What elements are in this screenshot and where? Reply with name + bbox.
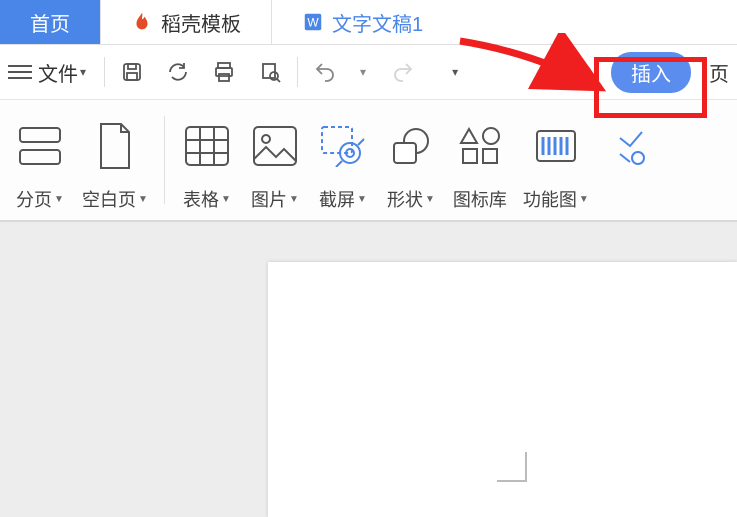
shape-icon [385, 110, 437, 182]
separator [164, 116, 165, 204]
ribbon-tab-page[interactable]: 页 [709, 58, 729, 87]
ribbon-tab-start[interactable]: 开始 [553, 58, 593, 87]
document-canvas[interactable] [0, 222, 737, 517]
undo-icon[interactable] [312, 59, 338, 85]
ribbon-table[interactable]: 表格▼ [173, 100, 241, 220]
tab-home[interactable]: 首页 [0, 0, 101, 44]
ribbon-screenshot[interactable]: 截屏▼ [309, 100, 377, 220]
pagebreak-icon [14, 110, 66, 182]
ribbon-screenshot-label: 截屏 [319, 186, 355, 212]
sync-icon[interactable] [165, 59, 191, 85]
ribbon-blankpage[interactable]: 空白页▼ [74, 100, 156, 220]
tab-home-label: 首页 [30, 8, 70, 37]
document-page[interactable] [268, 262, 737, 517]
print-icon[interactable] [211, 59, 237, 85]
tab-template[interactable]: 稻壳模板 [101, 0, 272, 44]
ribbon-blankpage-label: 空白页 [82, 186, 136, 212]
ribbon-iconlib-label: 图标库 [453, 186, 507, 212]
chevron-down-icon[interactable]: ▾ [360, 65, 366, 79]
chevron-down-icon: ▼ [425, 194, 435, 205]
blankpage-icon [89, 110, 141, 182]
more-icon [605, 110, 657, 187]
ribbon-more[interactable]: x [597, 100, 657, 220]
chevron-down-icon: ▼ [138, 194, 148, 205]
flame-icon [131, 11, 153, 33]
ribbon-pagebreak-label: 分页 [16, 186, 52, 212]
table-icon [181, 110, 233, 182]
redo-icon[interactable] [390, 59, 416, 85]
picture-icon [249, 110, 301, 182]
ribbon-pagebreak[interactable]: 分页▼ [6, 100, 74, 220]
chevron-down-icon: ▼ [579, 194, 589, 205]
chevron-down-icon: ▼ [221, 194, 231, 205]
ribbon-table-label: 表格 [183, 186, 219, 212]
chevron-down-icon: ▾ [80, 65, 86, 79]
ribbon-shape-label: 形状 [387, 186, 423, 212]
chevron-down-icon: ▼ [289, 194, 299, 205]
tab-doc[interactable]: W 文字文稿1 [272, 0, 453, 44]
separator [297, 57, 298, 87]
margin-marker [497, 452, 527, 482]
chevron-down-icon: ▼ [357, 194, 367, 205]
ribbon-shape[interactable]: 形状▼ [377, 100, 445, 220]
ribbon-tab-insert[interactable]: 插入 [611, 52, 691, 93]
tab-doc-label: 文字文稿1 [332, 8, 423, 37]
menu-file[interactable]: 文件 [38, 58, 78, 87]
ribbon-picture[interactable]: 图片▼ [241, 100, 309, 220]
save-icon[interactable] [119, 59, 145, 85]
print-preview-icon[interactable] [257, 59, 283, 85]
word-doc-icon: W [302, 11, 324, 33]
iconlib-icon [454, 110, 506, 182]
chevron-down-icon[interactable]: ▾ [452, 65, 458, 79]
tab-template-label: 稻壳模板 [161, 8, 241, 37]
separator [104, 57, 105, 87]
ribbon-func-label: 功能图 [523, 186, 577, 212]
hamburger-icon[interactable] [8, 65, 32, 79]
ribbon-picture-label: 图片 [251, 186, 287, 212]
ribbon-func[interactable]: 功能图▼ [515, 100, 597, 220]
screenshot-icon [317, 110, 369, 182]
chevron-down-icon: ▼ [54, 194, 64, 205]
barcode-icon [530, 110, 582, 182]
ribbon-iconlib[interactable]: 图标库 [445, 100, 515, 220]
svg-text:W: W [307, 16, 319, 30]
